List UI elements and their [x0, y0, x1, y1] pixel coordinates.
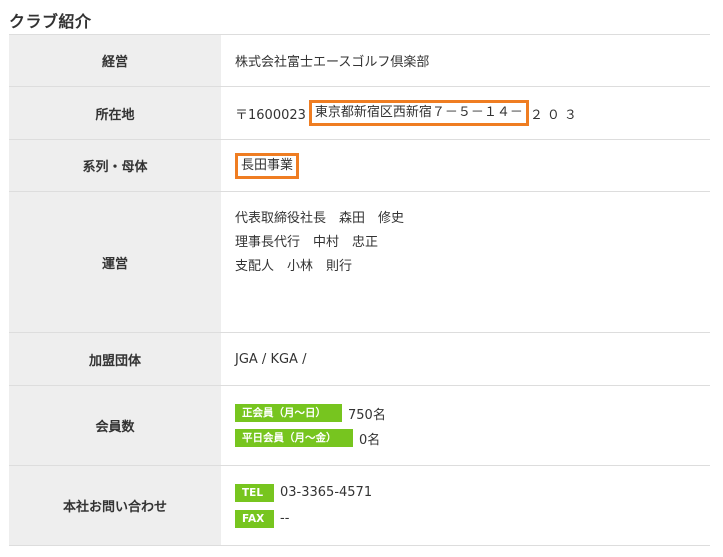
row-label-address: 所在地 — [9, 86, 221, 140]
table-row: 所在地 〒1600023 東京都新宿区西新宿７－５－１４－ ２０３ — [9, 86, 710, 140]
row-label-contact: 本社お問い合わせ — [9, 465, 221, 546]
contact-cell: TEL 03-3365-4571 FAX -- — [221, 465, 710, 546]
fax-number: -- — [280, 511, 290, 526]
row-label-management: 運営 — [9, 191, 221, 333]
members-cell: 正会員（月～日） 750名 平日会員（月～金） 0名 — [221, 385, 710, 466]
associations-value: JGA / KGA / — [221, 332, 710, 386]
table-row: 経営 株式会社富士エースゴルフ倶楽部 — [9, 34, 710, 87]
affiliation-cell: 長田事業 — [221, 139, 710, 192]
highlighted-affiliation: 長田事業 — [235, 152, 300, 179]
management-line: 代表取締役社長 森田 修史 — [235, 211, 405, 226]
row-label-members: 会員数 — [9, 385, 221, 466]
table-row: 会員数 正会員（月～日） 750名 平日会員（月～金） 0名 — [9, 385, 710, 466]
tel-number: 03-3365-4571 — [280, 485, 373, 500]
club-info-table: 経営 株式会社富士エースゴルフ倶楽部 所在地 〒1600023 東京都新宿区西新… — [9, 34, 710, 546]
operator-value: 株式会社富士エースゴルフ倶楽部 — [221, 34, 710, 87]
table-row: 加盟団体 JGA / KGA / — [9, 332, 710, 386]
table-row: 本社お問い合わせ TEL 03-3365-4571 FAX -- — [9, 465, 710, 546]
table-row: 運営 代表取締役社長 森田 修史 理事長代行 中村 忠正 支配人 小林 則行 — [9, 191, 710, 333]
regular-member-count: 750名 — [348, 407, 386, 423]
row-label-affiliation: 系列・母体 — [9, 139, 221, 192]
weekday-member-count: 0名 — [359, 432, 381, 448]
postal-code: 〒1600023 — [235, 107, 306, 123]
management-line: 支配人 小林 則行 — [235, 259, 353, 274]
row-label-associations: 加盟団体 — [9, 332, 221, 386]
table-row: 系列・母体 長田事業 — [9, 139, 710, 192]
address-cell: 〒1600023 東京都新宿区西新宿７－５－１４－ ２０３ — [221, 86, 710, 140]
row-label-operator: 経営 — [9, 34, 221, 87]
regular-member-badge: 正会員（月～日） — [235, 404, 342, 422]
fax-badge: FAX — [235, 509, 274, 528]
highlighted-address: 東京都新宿区西新宿７－５－１４－ — [308, 100, 529, 126]
management-line: 理事長代行 中村 忠正 — [235, 235, 379, 250]
tel-badge: TEL — [235, 483, 274, 502]
address-room: ２０３ — [529, 107, 581, 123]
section-title: クラブ紹介 — [9, 12, 92, 31]
management-cell: 代表取締役社長 森田 修史 理事長代行 中村 忠正 支配人 小林 則行 — [221, 191, 710, 333]
weekday-member-badge: 平日会員（月～金） — [235, 429, 353, 447]
